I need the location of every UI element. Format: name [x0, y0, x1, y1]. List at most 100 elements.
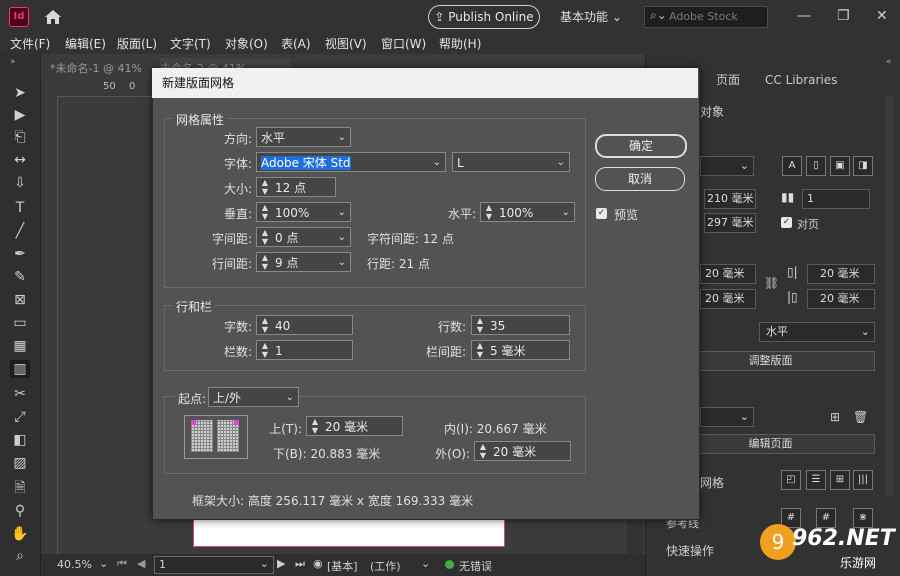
hand-tool-icon[interactable]: ✋: [10, 525, 30, 543]
width-field[interactable]: 210 毫米: [704, 189, 756, 209]
tab-document-1[interactable]: *未命名-1 @ 41%: [50, 58, 160, 80]
menu-view[interactable]: 视图(V): [325, 34, 367, 54]
margin-inside-field[interactable]: 20 毫米: [807, 264, 875, 284]
line-space-stepper[interactable]: ▲ ▼ 9 点 ⌄: [256, 252, 351, 272]
gap-tool-icon[interactable]: ↔: [10, 151, 30, 169]
margin-bottom-field[interactable]: 20 毫米: [700, 289, 756, 309]
page-tool-icon[interactable]: ⎗: [10, 128, 30, 146]
line-tool-icon[interactable]: ╱: [10, 222, 30, 240]
top-stepper[interactable]: ▲ ▼ 20 毫米: [306, 416, 403, 436]
adobe-stock-search[interactable]: ⌕⌄ Adobe Stock: [644, 6, 768, 28]
frame-grid-icon[interactable]: |||: [853, 470, 873, 490]
menu-window[interactable]: 窗口(W): [381, 34, 426, 54]
type-tool-icon[interactable]: T: [10, 199, 30, 217]
eyedropper-tool-icon[interactable]: ⚲: [10, 502, 30, 520]
cancel-button[interactable]: 取消: [595, 167, 685, 191]
rows-value: 35: [490, 319, 506, 333]
direction-select[interactable]: 水平 ⌄: [256, 127, 351, 147]
watermark-text: 962.NET: [792, 526, 895, 551]
gradient-feather-tool-icon[interactable]: ▨: [10, 454, 30, 472]
home-icon[interactable]: [43, 8, 63, 29]
stepper-arrows-icon: ▲ ▼: [261, 178, 269, 196]
chevron-down-icon[interactable]: ⌄: [99, 557, 108, 570]
tab-cc-libraries[interactable]: CC Libraries: [765, 69, 837, 91]
collapse-icon[interactable]: »: [10, 57, 16, 67]
start-point-select[interactable]: 上/外 ⌄: [208, 387, 299, 407]
preset-select[interactable]: ⌄: [700, 156, 754, 176]
pencil-tool-icon[interactable]: ✎: [10, 268, 30, 286]
start-marker-right: [234, 420, 239, 425]
table-tool-icon[interactable]: ▦: [10, 337, 30, 355]
pages-field[interactable]: 1: [802, 189, 870, 209]
selection-tool-icon[interactable]: ➤: [10, 84, 30, 102]
vertical-scale-stepper[interactable]: ▲ ▼ 100% ⌄: [256, 202, 351, 222]
maximize-icon[interactable]: ❐: [837, 8, 850, 24]
note-tool-icon[interactable]: 🗎: [10, 479, 30, 497]
preview-checkbox[interactable]: ✓: [596, 208, 607, 219]
gutter-stepper[interactable]: ▲ ▼ 5 毫米: [471, 340, 570, 360]
gradient-tool-icon[interactable]: ◧: [10, 431, 30, 449]
add-page-icon[interactable]: ⊞: [830, 410, 840, 424]
content-collector-icon[interactable]: ⇩: [10, 174, 30, 192]
menu-object[interactable]: 对象(O): [225, 34, 268, 54]
menu-type[interactable]: 文字(T): [170, 34, 211, 54]
orientation-select[interactable]: 水平 ⌄: [759, 322, 875, 342]
tab-document-1-label: *未命名-1 @ 41%: [50, 62, 142, 75]
page-select[interactable]: ⌄: [700, 407, 754, 427]
outside-stepper[interactable]: ▲ ▼ 20 毫米: [474, 441, 571, 461]
free-transform-tool-icon[interactable]: ⤢: [10, 408, 30, 426]
title-bar: Id ⇪ Publish Online 基本功能 ⌄ ⌕⌄ Adobe Stoc…: [0, 0, 900, 34]
ok-button[interactable]: 确定: [595, 134, 687, 158]
rectangle-frame-tool-icon[interactable]: ⊠: [10, 291, 30, 309]
open-page-icon[interactable]: ◉: [313, 557, 323, 570]
margin-outside-field[interactable]: 20 毫米: [807, 289, 875, 309]
scissors-tool-icon[interactable]: ✂: [10, 385, 30, 403]
next-page-icon[interactable]: ▶: [277, 557, 285, 570]
menu-layout[interactable]: 版面(L): [117, 34, 157, 54]
chevron-down-icon[interactable]: ⌄: [421, 557, 430, 570]
font-style-select[interactable]: L ⌄: [452, 152, 570, 172]
rectangle-tool-icon[interactable]: ▭: [10, 314, 30, 332]
facing-pages-checkbox[interactable]: ✓: [781, 217, 792, 228]
tab-pages[interactable]: 页面: [716, 69, 740, 91]
publish-online-button[interactable]: ⇪ Publish Online: [428, 5, 540, 29]
first-page-icon[interactable]: ⏮: [117, 557, 127, 571]
intent-print-icon[interactable]: ▣: [830, 156, 850, 176]
panel-scrollbar[interactable]: [885, 96, 893, 496]
last-page-icon[interactable]: ⏭: [295, 557, 305, 571]
grid-tool-icon[interactable]: ▥: [10, 360, 30, 378]
menu-help[interactable]: 帮助(H): [439, 34, 481, 54]
layout-grid-icon[interactable]: ◰: [781, 470, 801, 490]
margin-top-field[interactable]: 20 毫米: [700, 264, 756, 284]
status-bar: 40.5% ⌄ ⏮ ◀ 1 ⌄ ▶ ⏭ ◉ [基本] (工作) ⌄ 无错误: [41, 554, 645, 576]
chars-stepper[interactable]: ▲ ▼ 40: [256, 315, 353, 335]
font-select[interactable]: Adobe 宋体 Std ⌄: [256, 152, 446, 172]
zoom-tool-icon[interactable]: ⌕: [10, 547, 30, 565]
intent-web-icon[interactable]: ◨: [853, 156, 873, 176]
link-icon[interactable]: ⛓: [764, 276, 779, 290]
workspace-switcher[interactable]: 基本功能 ⌄: [560, 8, 622, 25]
rows-stepper[interactable]: ▲ ▼ 35: [471, 315, 570, 335]
baseline-grid-icon[interactable]: ☰: [806, 470, 826, 490]
char-space-stepper[interactable]: ▲ ▼ 0 点 ⌄: [256, 227, 351, 247]
menu-table[interactable]: 表(A): [281, 34, 311, 54]
menu-edit[interactable]: 编辑(E): [65, 34, 106, 54]
document-grid-icon[interactable]: ⊞: [830, 470, 850, 490]
minimize-icon[interactable]: —: [797, 8, 811, 24]
zoom-level[interactable]: 40.5%: [57, 558, 92, 571]
portrait-icon[interactable]: A: [782, 156, 802, 176]
columns-stepper[interactable]: ▲ ▼ 1: [256, 340, 353, 360]
pen-tool-icon[interactable]: ✒: [10, 245, 30, 263]
close-icon[interactable]: ✕: [876, 8, 888, 24]
collapse-icon[interactable]: «: [886, 57, 892, 67]
grid-properties-title: 网格属性: [173, 111, 228, 128]
menu-file[interactable]: 文件(F): [10, 34, 50, 54]
size-stepper[interactable]: ▲ ▼ 12 点: [256, 177, 336, 197]
page-number-field[interactable]: 1 ⌄: [154, 556, 274, 574]
previous-page-icon[interactable]: ◀: [137, 557, 145, 570]
landscape-icon[interactable]: ▯: [806, 156, 826, 176]
direct-selection-tool-icon[interactable]: ▶: [10, 106, 30, 124]
delete-page-icon[interactable]: 🗑: [853, 410, 868, 424]
horizontal-scale-stepper[interactable]: ▲ ▼ 100% ⌄: [480, 202, 575, 222]
height-field[interactable]: 297 毫米: [704, 213, 756, 233]
